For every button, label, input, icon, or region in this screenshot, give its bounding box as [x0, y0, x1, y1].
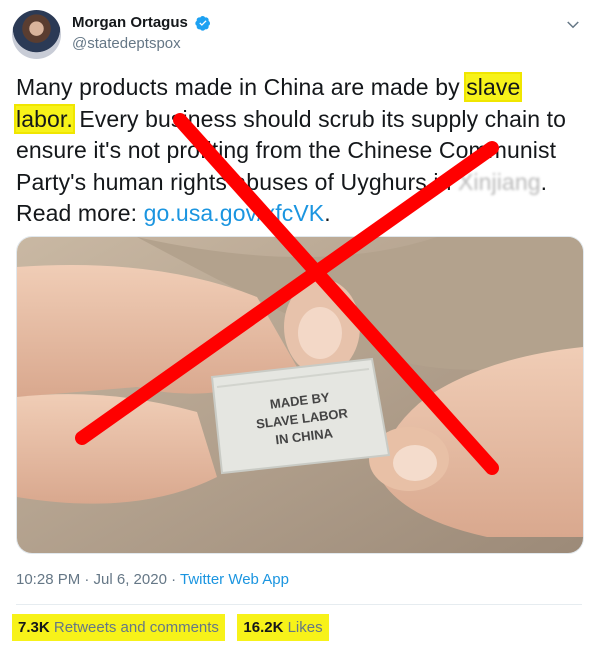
tweet-text: Many products made in China are made by … — [14, 72, 582, 230]
avatar[interactable] — [12, 10, 61, 59]
tweet-text-part: Many products made in China are made by — [16, 74, 467, 100]
verified-badge-icon — [195, 15, 211, 31]
likes-label: Likes — [283, 619, 323, 636]
tweet-header: Morgan Ortagus @statedeptspox — [12, 10, 588, 60]
likes-count: 16.2K — [243, 619, 284, 636]
photo-illustration: MADE BY SLAVE LABOR IN CHINA — [17, 237, 583, 553]
chevron-down-icon[interactable] — [564, 16, 582, 34]
tweet-photo[interactable]: MADE BY SLAVE LABOR IN CHINA — [16, 236, 584, 554]
obscured-text: Xinjiang — [457, 168, 541, 195]
likes-stat[interactable]: 16.2K Likes — [237, 614, 329, 641]
timestamp[interactable]: 10:28 PM · Jul 6, 2020 · — [16, 571, 180, 588]
user-handle[interactable]: @statedeptspox — [72, 35, 211, 52]
tweet-link[interactable]: go.usa.gov/xfcVK — [144, 200, 325, 226]
tweet-stats: 7.3K Retweets and comments 16.2K Likes — [12, 614, 337, 644]
source-app-link[interactable]: Twitter Web App — [180, 571, 289, 588]
highlighted-text: slave — [464, 72, 523, 102]
divider — [16, 604, 582, 605]
retweets-stat[interactable]: 7.3K Retweets and comments — [12, 614, 225, 641]
tweet-text-part: . — [324, 200, 331, 226]
retweets-count: 7.3K — [18, 619, 50, 636]
highlighted-text: labor. — [14, 103, 75, 134]
user-names[interactable]: Morgan Ortagus @statedeptspox — [72, 14, 211, 52]
retweets-label: Retweets and comments — [49, 619, 219, 636]
display-name[interactable]: Morgan Ortagus — [72, 14, 188, 31]
tweet-meta: 10:28 PM · Jul 6, 2020 · Twitter Web App — [16, 571, 289, 588]
